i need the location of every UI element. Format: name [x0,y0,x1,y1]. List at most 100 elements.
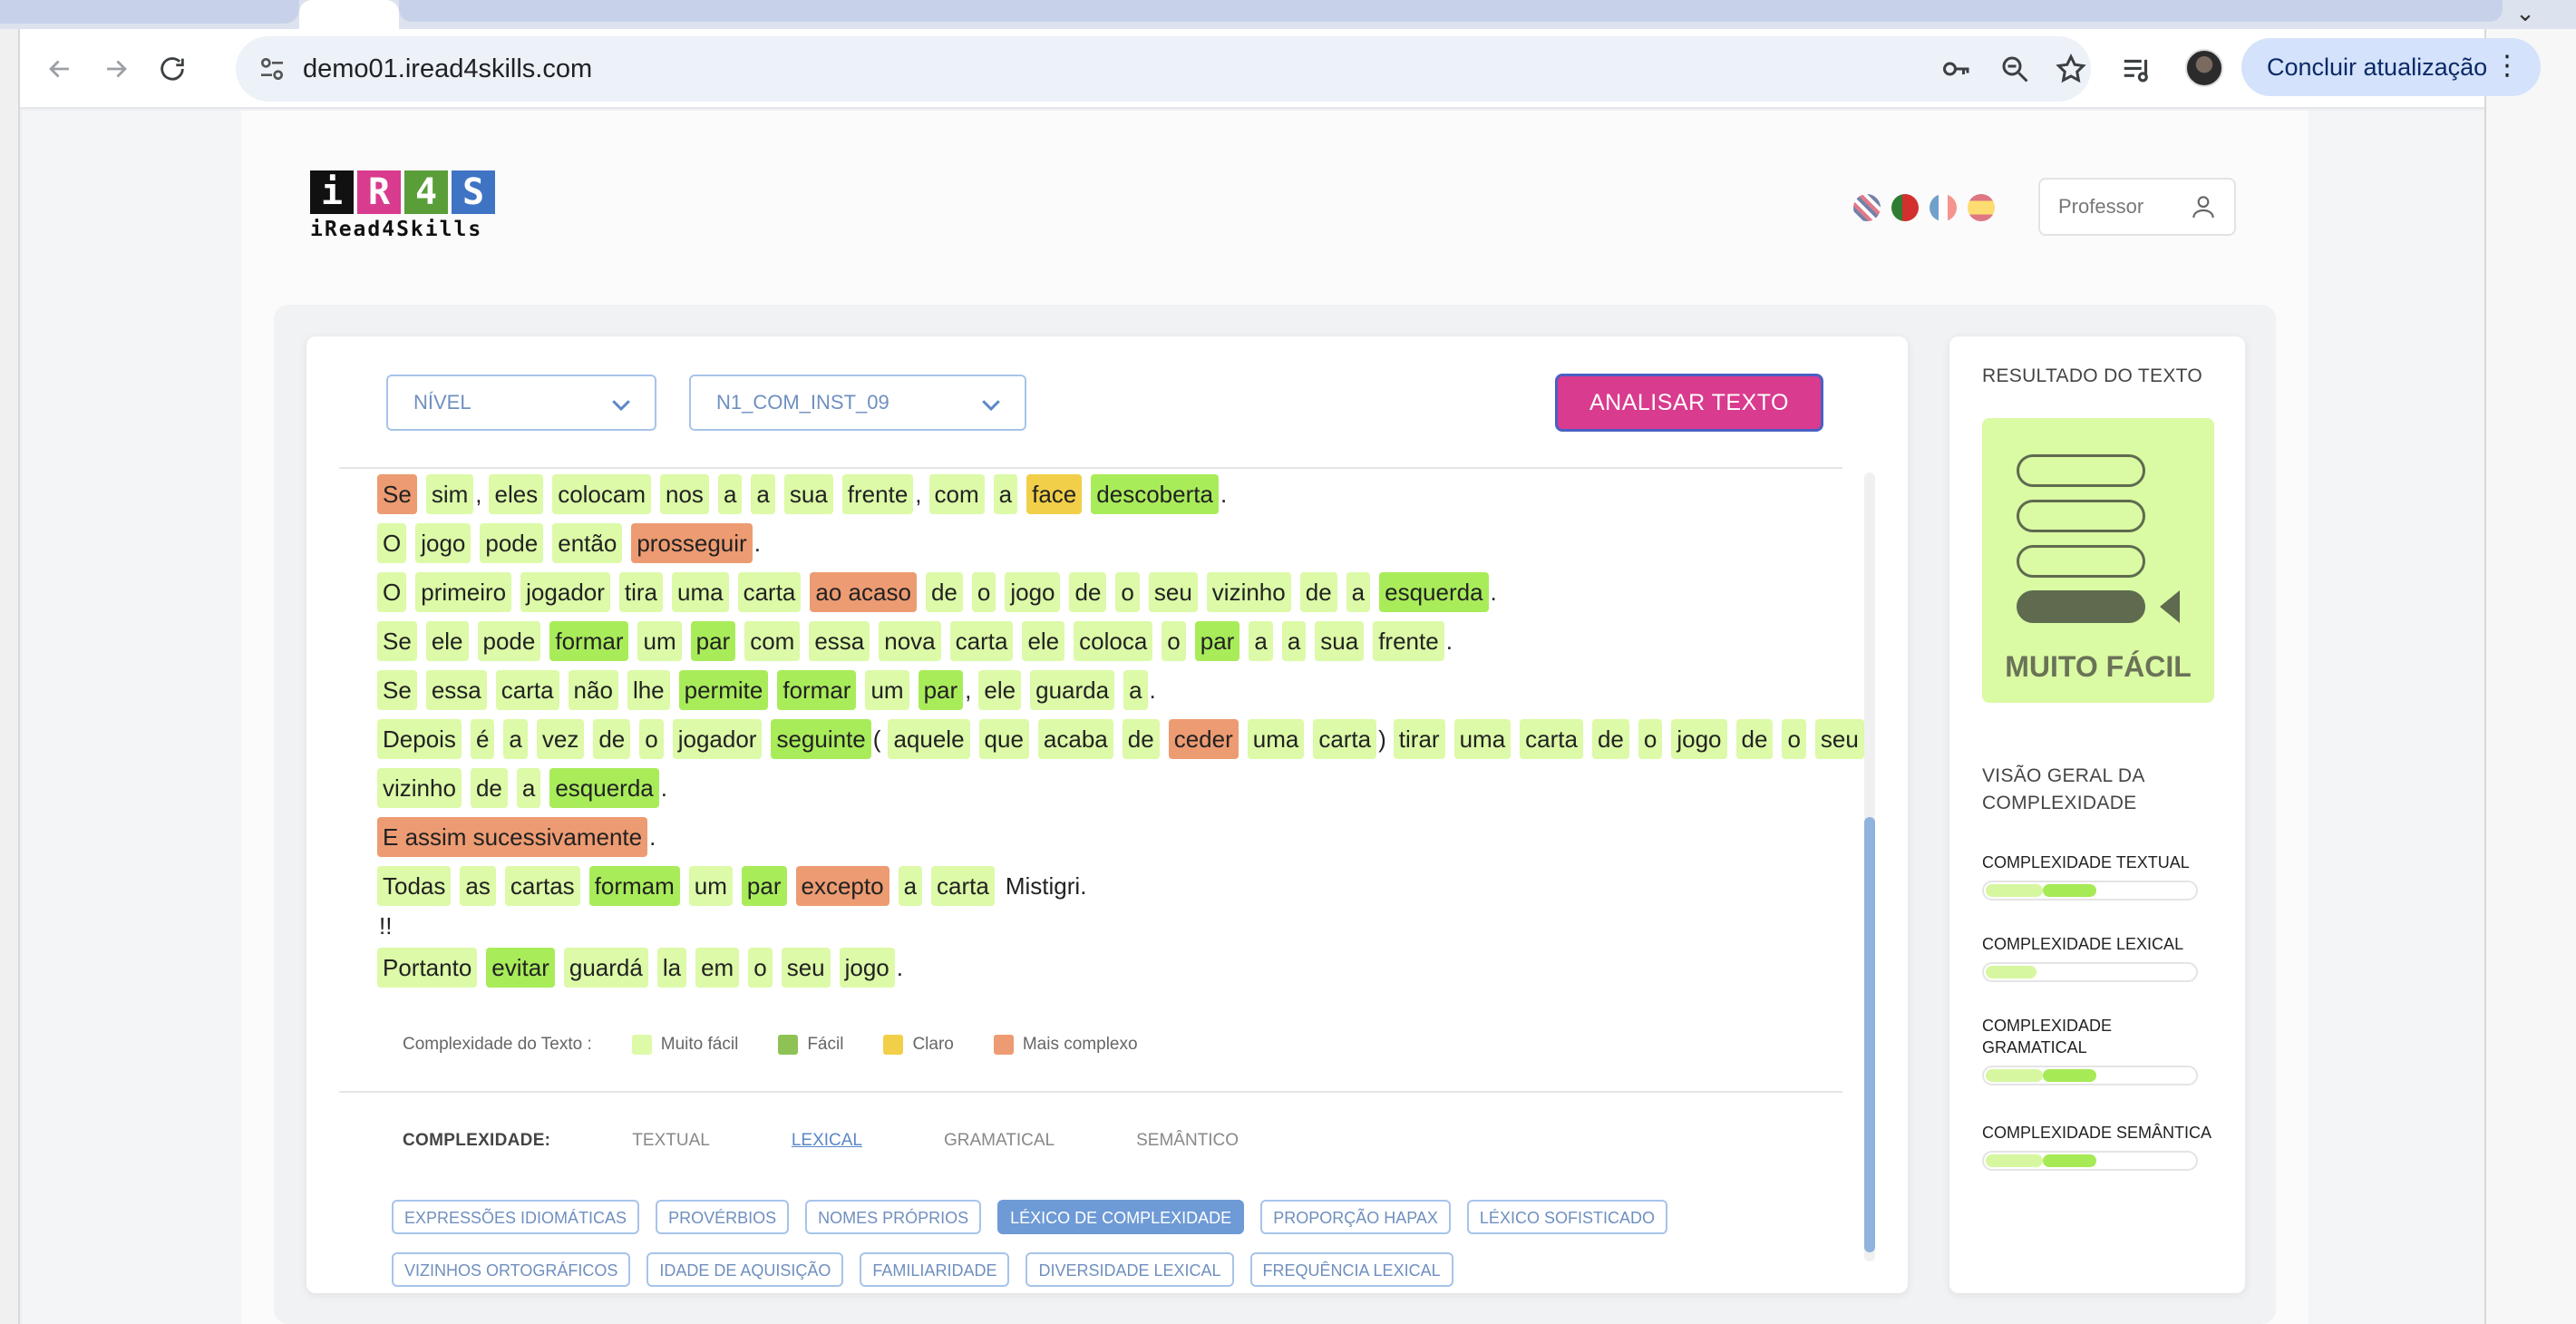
word-token[interactable]: a [516,768,541,808]
word-token[interactable]: não [568,670,618,710]
word-token[interactable]: par [741,866,787,906]
word-token[interactable]: de [1299,572,1337,612]
scrollbar-thumb[interactable] [1864,817,1875,1252]
word-token[interactable]: com [928,474,985,514]
word-token[interactable]: jogo [839,948,895,988]
word-token[interactable]: guarda [1030,670,1115,710]
word-token[interactable]: de [593,719,631,759]
word-token[interactable]: de [470,768,508,808]
word-token[interactable]: jogo [1005,572,1061,612]
word-token[interactable]: Todas [377,866,452,906]
word-token[interactable]: face [1026,474,1083,514]
word-token[interactable]: carta [931,866,995,906]
tab-semântico[interactable]: SEMÂNTICO [1136,1131,1239,1151]
browser-tab-active[interactable] [299,0,399,29]
word-token[interactable]: par [1194,621,1240,661]
word-token[interactable]: o [1638,719,1663,759]
flag-es-icon[interactable] [1968,194,1995,221]
word-token[interactable]: o [1115,572,1140,612]
word-token[interactable]: acaba [1037,719,1113,759]
word-token[interactable]: o [639,719,664,759]
text-select[interactable]: N1_COM_INST_09 [689,375,1026,431]
word-token[interactable]: uma [672,572,729,612]
browser-tab[interactable] [0,0,299,24]
lexical-filter-button[interactable]: VIZINHOS ORTOGRÁFICOS [392,1252,631,1287]
word-token[interactable]: um [865,670,909,710]
lexical-filter-button[interactable]: EXPRESSÕES IDIOMÁTICAS [392,1200,640,1234]
star-icon[interactable] [2055,53,2087,85]
word-token[interactable]: Portanto [377,948,478,988]
word-token[interactable]: uma [1453,719,1512,759]
word-token[interactable]: pode [480,523,544,563]
word-token[interactable]: frente [841,474,914,514]
word-token[interactable]: E assim sucessivamente [377,817,648,857]
word-token[interactable]: seu [781,948,831,988]
word-token[interactable]: vizinho [1206,572,1291,612]
word-token[interactable]: o [1162,621,1186,661]
user-role-menu[interactable]: Professor [2038,178,2236,236]
word-token[interactable]: descoberta [1091,474,1219,514]
word-token[interactable]: ele [978,670,1022,710]
word-token[interactable]: de [1735,719,1774,759]
zoom-out-icon[interactable] [1998,53,2031,85]
word-token[interactable]: um [637,621,682,661]
word-token[interactable]: pode [477,621,541,661]
site-settings-icon[interactable] [258,54,287,83]
word-token[interactable]: tira [618,572,664,612]
app-logo[interactable]: iR4S iRead4Skills [310,170,495,241]
word-token[interactable]: ceder [1168,719,1239,759]
lexical-filter-button[interactable]: DIVERSIDADE LEXICAL [1026,1252,1234,1287]
key-icon[interactable] [1940,53,1973,85]
word-token[interactable]: carta [1313,719,1377,759]
word-token[interactable]: uma [1247,719,1305,759]
word-token[interactable]: a [1346,572,1371,612]
lexical-filter-button[interactable]: IDADE DE AQUISIÇÃO [646,1252,844,1287]
word-token[interactable]: de [1069,572,1107,612]
word-token[interactable]: Se [377,670,417,710]
profile-avatar[interactable] [2185,49,2223,87]
word-token[interactable]: permite [678,670,769,710]
word-token[interactable]: jogo [1671,719,1727,759]
word-token[interactable]: a [1249,621,1273,661]
word-token[interactable]: cartas [504,866,580,906]
word-token[interactable]: colocam [552,474,652,514]
word-token[interactable]: frente [1373,621,1444,661]
word-token[interactable]: prosseguir [631,523,753,563]
lexical-filter-button[interactable]: LÉXICO SOFISTICADO [1466,1200,1667,1234]
word-token[interactable]: par [918,670,964,710]
word-token[interactable]: as [460,866,496,906]
lexical-filter-button[interactable]: NOMES PRÓPRIOS [805,1200,982,1234]
word-token[interactable]: então [552,523,623,563]
word-token[interactable]: tirar [1393,719,1445,759]
update-button[interactable]: Concluir atualização ⋮ [2241,38,2541,96]
word-token[interactable]: O [377,523,407,563]
word-token[interactable]: ele [425,621,469,661]
word-token[interactable]: com [744,621,801,661]
word-token[interactable]: coloca [1074,621,1153,661]
word-token[interactable]: um [688,866,733,906]
word-token[interactable]: O [377,572,407,612]
word-token[interactable]: jogo [415,523,471,563]
word-token[interactable]: carta [949,621,1014,661]
word-token[interactable]: seguinte [771,719,871,759]
forward-button[interactable] [94,47,138,91]
word-token[interactable]: vez [536,719,585,759]
word-token[interactable]: ele [1022,621,1065,661]
tab-search-button[interactable]: ⌄ [2503,0,2548,25]
more-vert-icon[interactable]: ⋮ [2493,51,2521,82]
lexical-filter-button[interactable]: LÉXICO DE COMPLEXIDADE [997,1200,1245,1234]
flag-en-icon[interactable] [1853,194,1881,221]
word-token[interactable]: a [1281,621,1307,661]
word-token[interactable]: a [751,474,775,514]
word-token[interactable]: primeiro [415,572,512,612]
word-token[interactable]: lhe [627,670,670,710]
word-token[interactable]: essa [425,670,487,710]
text-scrollbar[interactable] [1864,472,1875,1261]
word-token[interactable]: formar [777,670,857,710]
word-token[interactable]: em [695,948,740,988]
word-token[interactable]: evitar [486,948,555,988]
word-token[interactable]: a [717,474,743,514]
word-token[interactable]: seu [1814,719,1864,759]
word-token[interactable]: nos [660,474,709,514]
word-token[interactable]: sua [1315,621,1365,661]
